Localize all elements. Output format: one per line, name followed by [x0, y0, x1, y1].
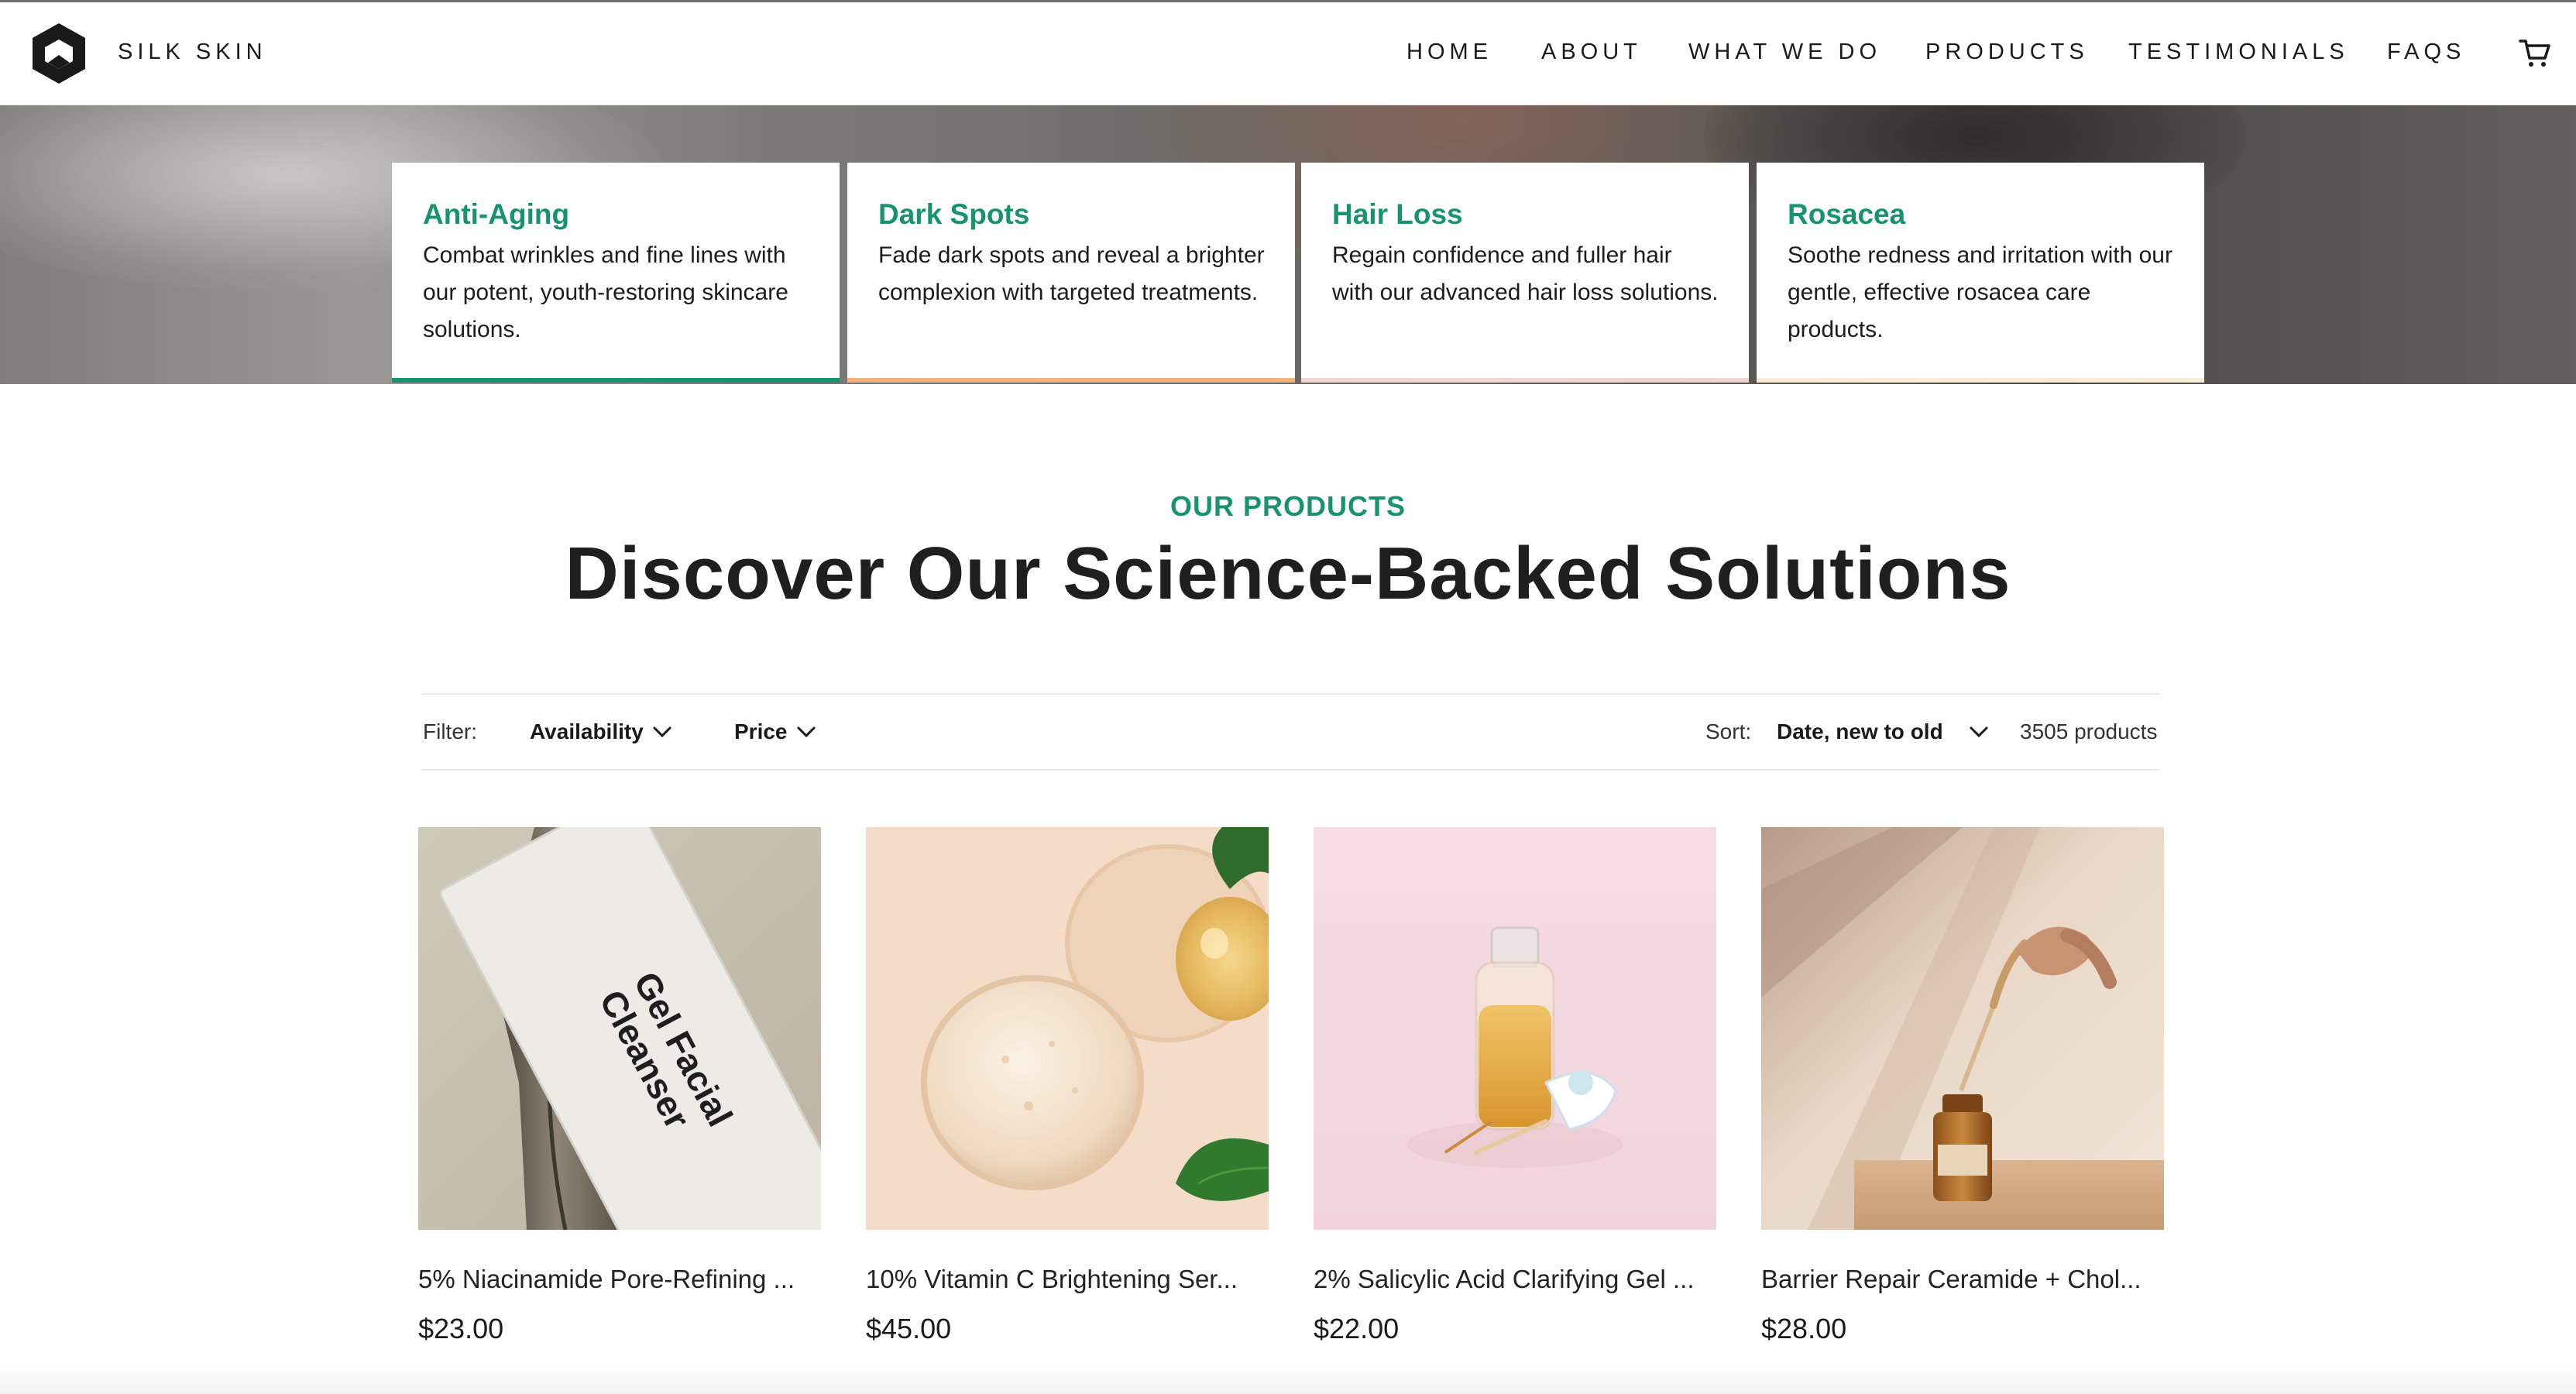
product-price: $45.00	[866, 1313, 952, 1344]
page-bottom-edge	[0, 1363, 2576, 1394]
nav-what-we-do[interactable]: WHAT WE DO	[1688, 36, 1881, 67]
filter-label: Filter:	[423, 719, 477, 743]
product-price: $23.00	[418, 1313, 504, 1344]
price-filter[interactable]: Price	[734, 718, 788, 746]
product-image[interactable]	[1314, 827, 1716, 1230]
chevron-down-icon[interactable]	[796, 726, 816, 738]
product-card[interactable]: Barrier Repair Ceramide + Chol... $28.00	[1761, 827, 2164, 1354]
nav-about[interactable]: ABOUT	[1541, 36, 1642, 67]
section-title: Discover Our Science-Backed Solutions	[565, 532, 2011, 615]
product-card[interactable]: 2% Salicylic Acid Clarifying Gel ... $22…	[1314, 827, 1716, 1354]
product-price: $22.00	[1314, 1313, 1400, 1344]
product-count: 3505 products	[2020, 719, 2158, 743]
product-image[interactable]: Gel Facial Cleanser	[418, 827, 821, 1230]
nav-testimonials[interactable]: TESTIMONIALS	[2128, 36, 2349, 67]
concern-card-rosacea[interactable]: Rosacea Soothe redness and irritation wi…	[1757, 163, 2204, 383]
cart-icon[interactable]	[2519, 38, 2551, 69]
sort-select[interactable]: Date, new to old	[1777, 718, 1943, 746]
concern-card-anti-aging[interactable]: Anti-Aging Combat wrinkles and fine line…	[392, 163, 840, 383]
main-nav: HOME ABOUT WHAT WE DO PRODUCTS TESTIMONI…	[0, 36, 2576, 75]
card-accent-bar	[847, 378, 1295, 383]
nav-faqs[interactable]: FAQS	[2387, 36, 2465, 67]
concern-description: Combat wrinkles and fine lines with our …	[423, 242, 788, 342]
product-card[interactable]: Gel Facial Cleanser 5% Niacinamide Pore-…	[418, 827, 821, 1354]
section-eyebrow: OUR PRODUCTS	[1170, 490, 1406, 522]
card-accent-bar	[392, 378, 840, 383]
product-image[interactable]	[866, 827, 1269, 1230]
nav-home[interactable]: HOME	[1406, 36, 1492, 67]
product-image[interactable]	[1761, 827, 2164, 1230]
concern-title: Dark Spots	[878, 198, 1030, 230]
card-accent-bar	[1757, 378, 2204, 383]
filter-bar: Filter: Availability Price Sort: Date, n…	[421, 693, 2159, 771]
site-header: SILK SKIN HOME ABOUT WHAT WE DO PRODUCTS…	[0, 0, 2576, 105]
concern-title: Anti-Aging	[423, 198, 570, 230]
concern-title: Hair Loss	[1332, 198, 1463, 230]
chevron-down-icon[interactable]	[1969, 726, 1989, 738]
availability-filter[interactable]: Availability	[530, 718, 644, 746]
nav-products[interactable]: PRODUCTS	[1925, 36, 2089, 67]
chevron-down-icon[interactable]	[652, 726, 672, 738]
product-name[interactable]: 10% Vitamin C Brightening Ser...	[866, 1264, 1269, 1295]
product-name[interactable]: Barrier Repair Ceramide + Chol...	[1761, 1264, 2164, 1295]
concern-description: Regain confidence and fuller hair with o…	[1332, 242, 1719, 305]
card-accent-bar	[1301, 378, 1749, 383]
concern-card-dark-spots[interactable]: Dark Spots Fade dark spots and reveal a …	[847, 163, 1295, 383]
product-name[interactable]: 5% Niacinamide Pore-Refining ...	[418, 1264, 821, 1295]
product-name[interactable]: 2% Salicylic Acid Clarifying Gel ...	[1314, 1264, 1716, 1295]
concern-description: Fade dark spots and reveal a brighter co…	[878, 242, 1265, 305]
concern-card-hair-loss[interactable]: Hair Loss Regain confidence and fuller h…	[1301, 163, 1749, 383]
concern-title: Rosacea	[1788, 198, 1906, 230]
sort-label: Sort:	[1705, 719, 1752, 743]
product-card[interactable]: 10% Vitamin C Brightening Ser... $45.00	[866, 827, 1269, 1354]
concern-description: Soothe redness and irritation with our g…	[1788, 242, 2172, 342]
product-price: $28.00	[1761, 1313, 1847, 1344]
